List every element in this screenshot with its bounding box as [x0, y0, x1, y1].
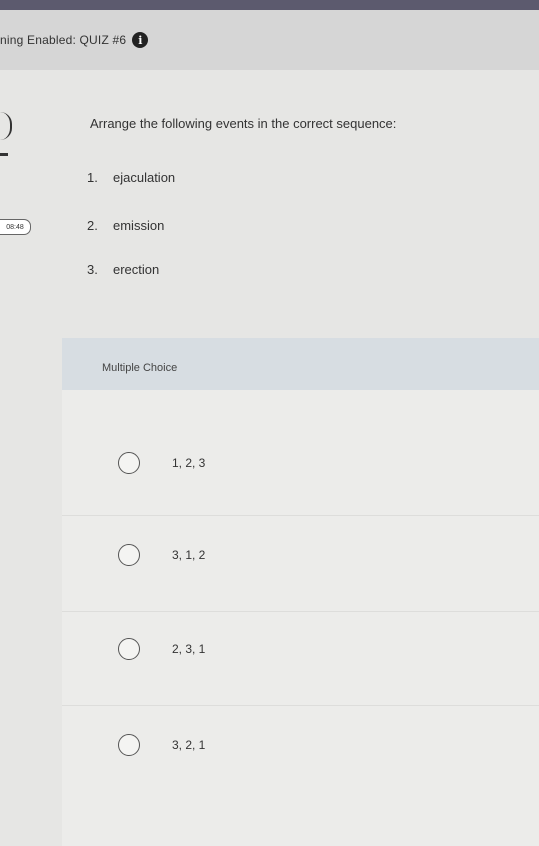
option-label: 2, 3, 1 [172, 642, 206, 656]
question-nav-marker[interactable] [0, 112, 12, 140]
quiz-header: ning Enabled: QUIZ #6 i [0, 10, 539, 70]
timer-badge: 08:48 [0, 219, 31, 235]
answer-type-label: Multiple Choice [102, 362, 178, 374]
answer-type-header: Multiple Choice [62, 338, 539, 390]
question-nav-dash [0, 153, 8, 156]
radio-button[interactable] [118, 734, 140, 756]
radio-button[interactable] [118, 452, 140, 474]
option-label: 3, 1, 2 [172, 548, 206, 562]
answer-option[interactable]: 1, 2, 3 [62, 410, 539, 516]
answer-options: 1, 2, 3 3, 1, 2 2, 3, 1 3, 2, 1 [62, 390, 539, 846]
item-number: 3. [87, 262, 98, 277]
sequence-item: 3. erection [87, 262, 159, 277]
item-text: erection [113, 262, 160, 277]
info-icon[interactable]: i [132, 32, 149, 48]
sequence-item: 2. emission [87, 218, 164, 233]
item-text: emission [113, 218, 165, 233]
sequence-item: 1. ejaculation [87, 170, 175, 185]
quiz-title: ning Enabled: QUIZ #6 [0, 33, 127, 47]
radio-button[interactable] [118, 638, 140, 660]
answer-option[interactable]: 3, 2, 1 [62, 692, 539, 798]
item-text: ejaculation [113, 170, 176, 185]
question-prompt: Arrange the following events in the corr… [90, 116, 397, 131]
top-strip [0, 0, 539, 10]
option-label: 1, 2, 3 [172, 456, 206, 470]
item-number: 1. [87, 170, 98, 185]
option-label: 3, 2, 1 [172, 738, 206, 752]
item-number: 2. [87, 218, 98, 233]
answer-option[interactable]: 2, 3, 1 [62, 596, 539, 702]
answer-option[interactable]: 3, 1, 2 [62, 502, 539, 608]
radio-button[interactable] [118, 544, 140, 566]
